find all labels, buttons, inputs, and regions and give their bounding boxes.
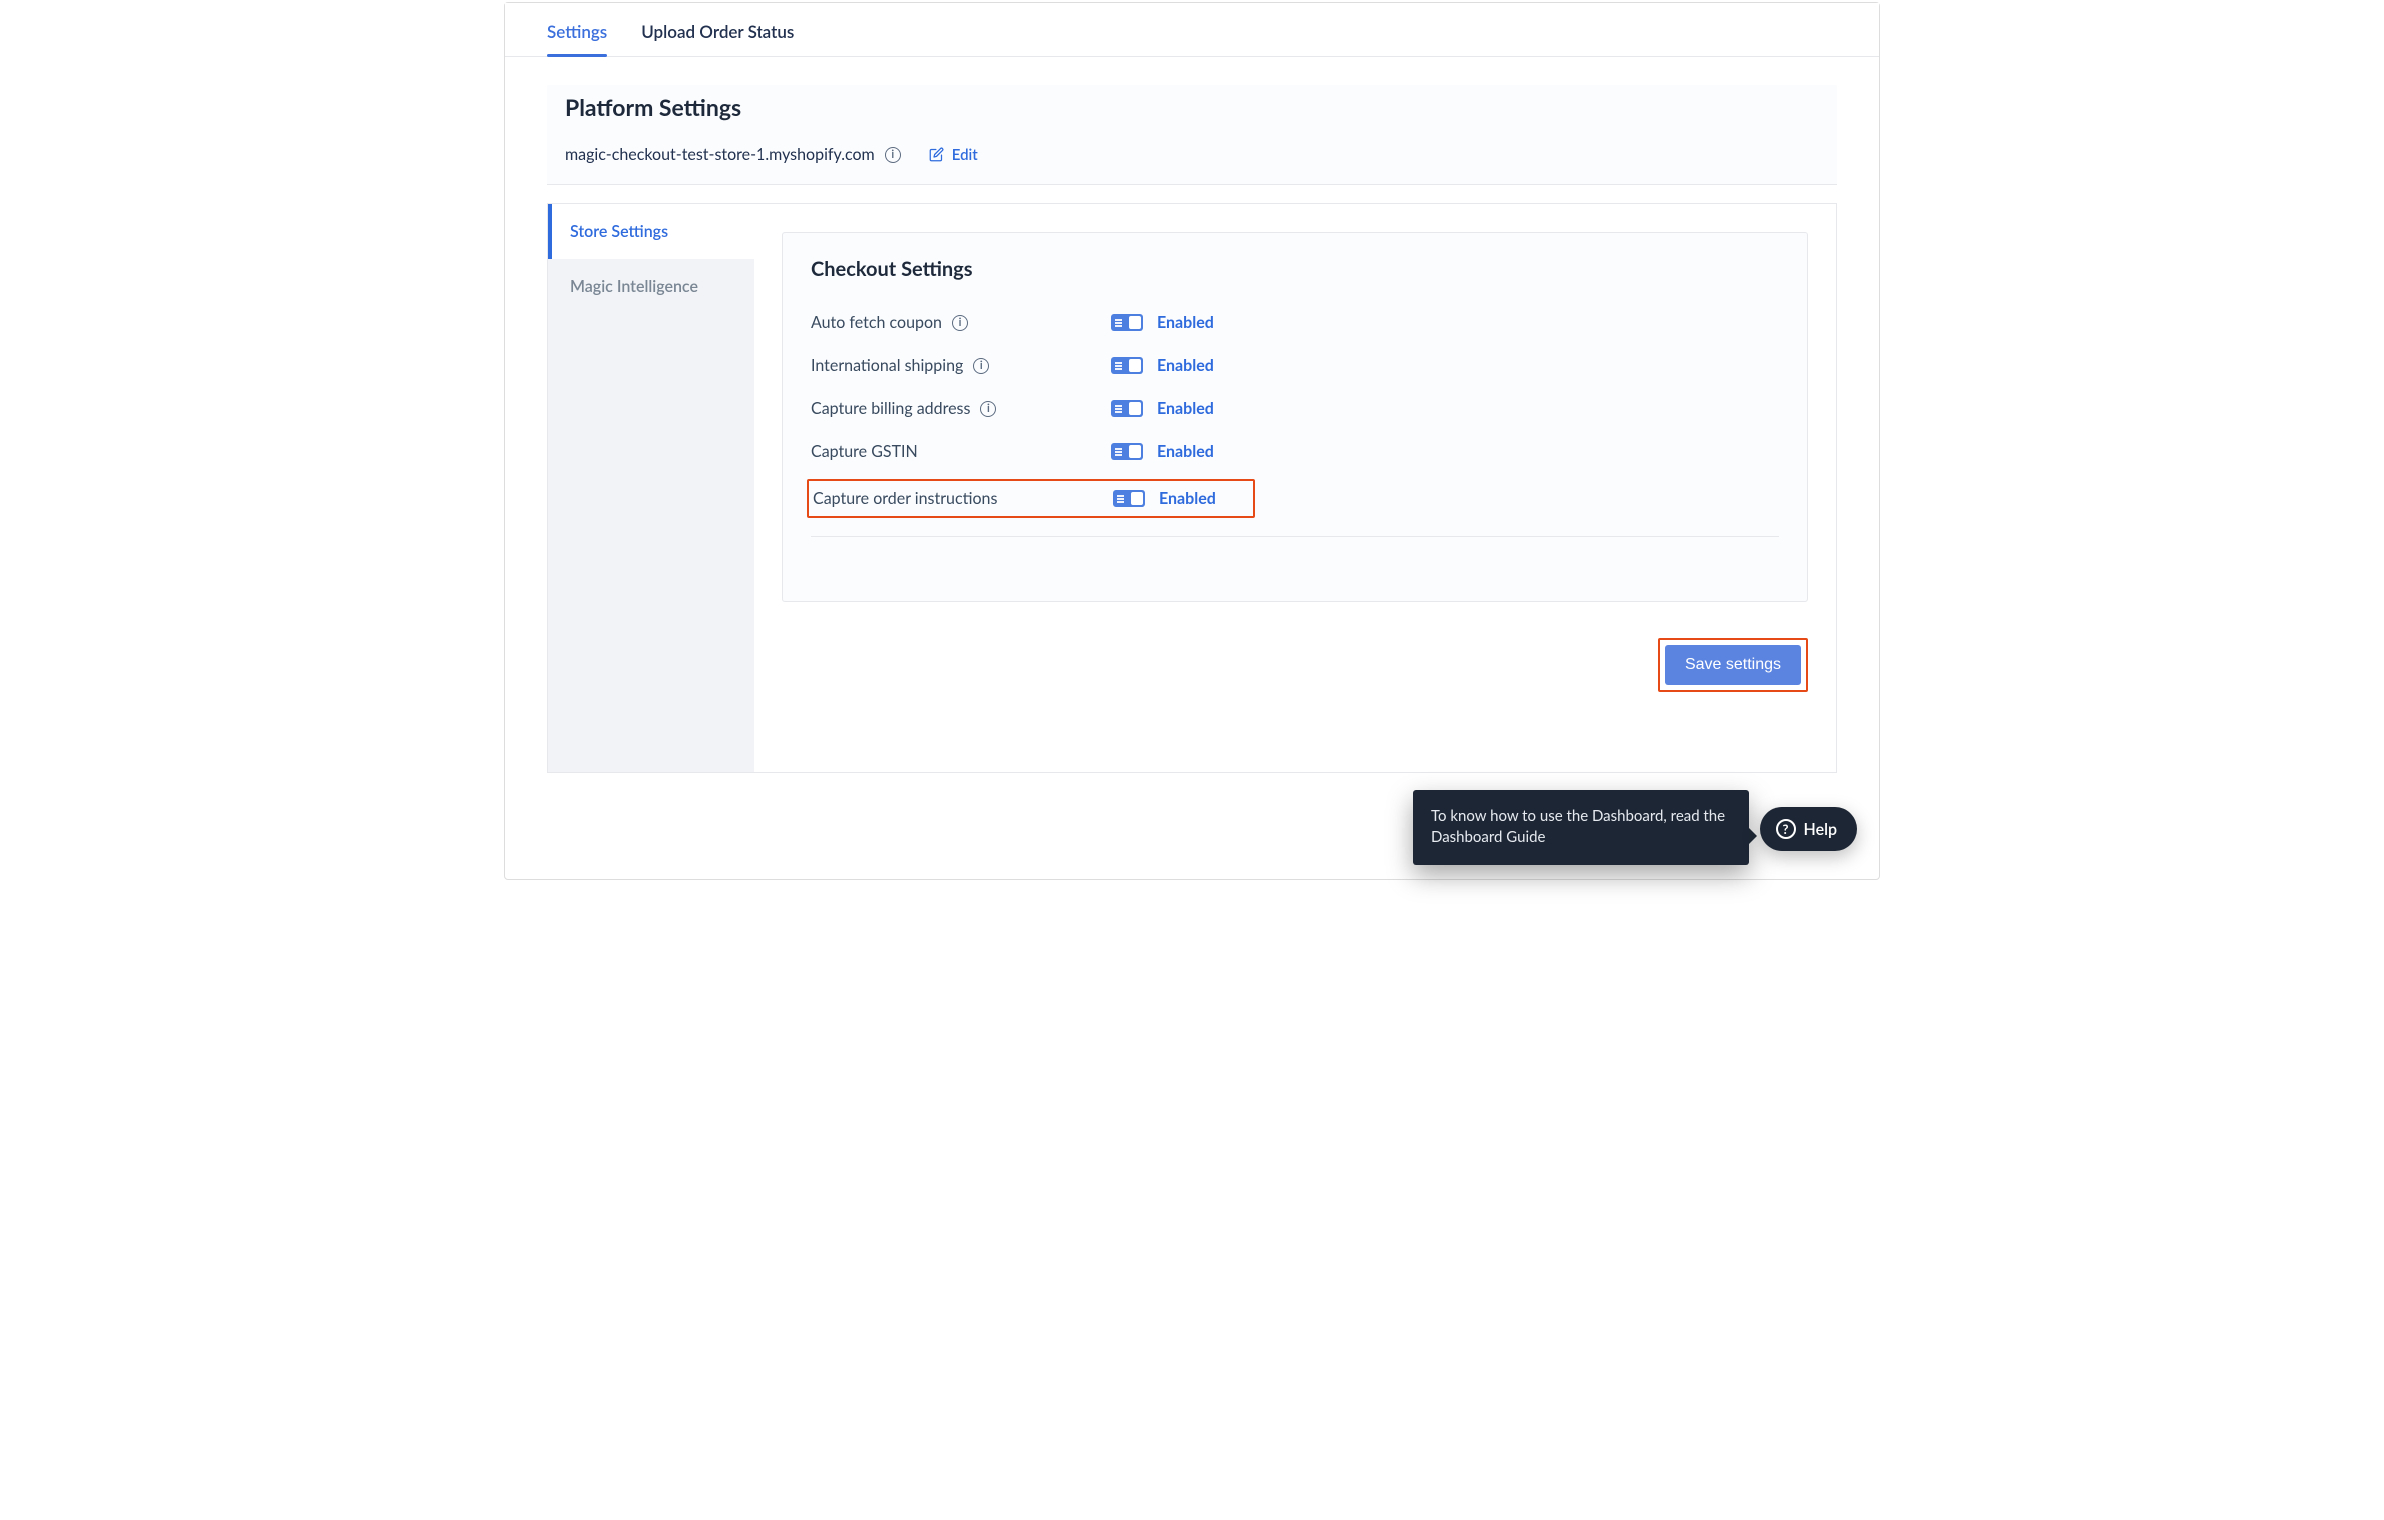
setting-label: Capture order instructions	[813, 489, 997, 508]
setting-auto-fetch-coupon: Auto fetch coupon i Enabled	[811, 301, 1779, 344]
highlighted-setting: Capture order instructions Enabled	[807, 479, 1255, 518]
dashboard-guide-tooltip: To know how to use the Dashboard, read t…	[1413, 790, 1749, 866]
content: Checkout Settings Auto fetch coupon i En…	[754, 204, 1836, 772]
sidebar: Store Settings Magic Intelligence	[548, 204, 754, 772]
setting-capture-billing-address: Capture billing address i Enabled	[811, 387, 1779, 430]
panel-title: Checkout Settings	[811, 257, 1779, 281]
store-url: magic-checkout-test-store-1.myshopify.co…	[565, 145, 875, 164]
toggle-auto-fetch-coupon[interactable]	[1111, 314, 1143, 331]
toggle-capture-gstin[interactable]	[1111, 443, 1143, 460]
tab-upload-order-status[interactable]: Upload Order Status	[641, 3, 794, 56]
help-icon: ?	[1776, 819, 1796, 839]
sidebar-item-magic-intelligence[interactable]: Magic Intelligence	[548, 259, 754, 314]
store-row: magic-checkout-test-store-1.myshopify.co…	[565, 145, 1819, 164]
checkout-settings-panel: Checkout Settings Auto fetch coupon i En…	[782, 232, 1808, 602]
help-label: Help	[1804, 820, 1837, 839]
setting-label: International shipping	[811, 356, 963, 375]
page-header: Platform Settings magic-checkout-test-st…	[547, 85, 1837, 185]
setting-label: Capture billing address	[811, 399, 970, 418]
save-button[interactable]: Save settings	[1665, 645, 1801, 685]
tab-settings[interactable]: Settings	[547, 3, 607, 56]
divider	[811, 536, 1779, 537]
sidebar-item-store-settings[interactable]: Store Settings	[548, 204, 754, 259]
edit-button[interactable]: Edit	[929, 146, 978, 164]
toggle-international-shipping[interactable]	[1111, 357, 1143, 374]
help-button[interactable]: ? Help	[1760, 807, 1857, 851]
edit-icon	[929, 147, 944, 162]
main: Store Settings Magic Intelligence Checko…	[547, 203, 1837, 773]
page-title: Platform Settings	[565, 85, 1819, 121]
info-icon[interactable]: i	[952, 315, 968, 331]
status-badge: Enabled	[1159, 489, 1216, 508]
info-icon[interactable]: i	[980, 401, 996, 417]
setting-label: Auto fetch coupon	[811, 313, 942, 332]
toggle-capture-billing-address[interactable]	[1111, 400, 1143, 417]
info-icon[interactable]: i	[885, 147, 901, 163]
setting-label: Capture GSTIN	[811, 442, 918, 461]
status-badge: Enabled	[1157, 399, 1214, 418]
setting-capture-order-instructions: Capture order instructions Enabled	[809, 485, 1251, 512]
setting-international-shipping: International shipping i Enabled	[811, 344, 1779, 387]
tab-bar: Settings Upload Order Status	[505, 3, 1879, 57]
edit-label: Edit	[952, 146, 978, 164]
status-badge: Enabled	[1157, 442, 1214, 461]
info-icon[interactable]: i	[973, 358, 989, 374]
save-highlight: Save settings	[1658, 638, 1808, 692]
setting-capture-gstin: Capture GSTIN Enabled	[811, 430, 1779, 473]
status-badge: Enabled	[1157, 313, 1214, 332]
toggle-capture-order-instructions[interactable]	[1113, 490, 1145, 507]
status-badge: Enabled	[1157, 356, 1214, 375]
